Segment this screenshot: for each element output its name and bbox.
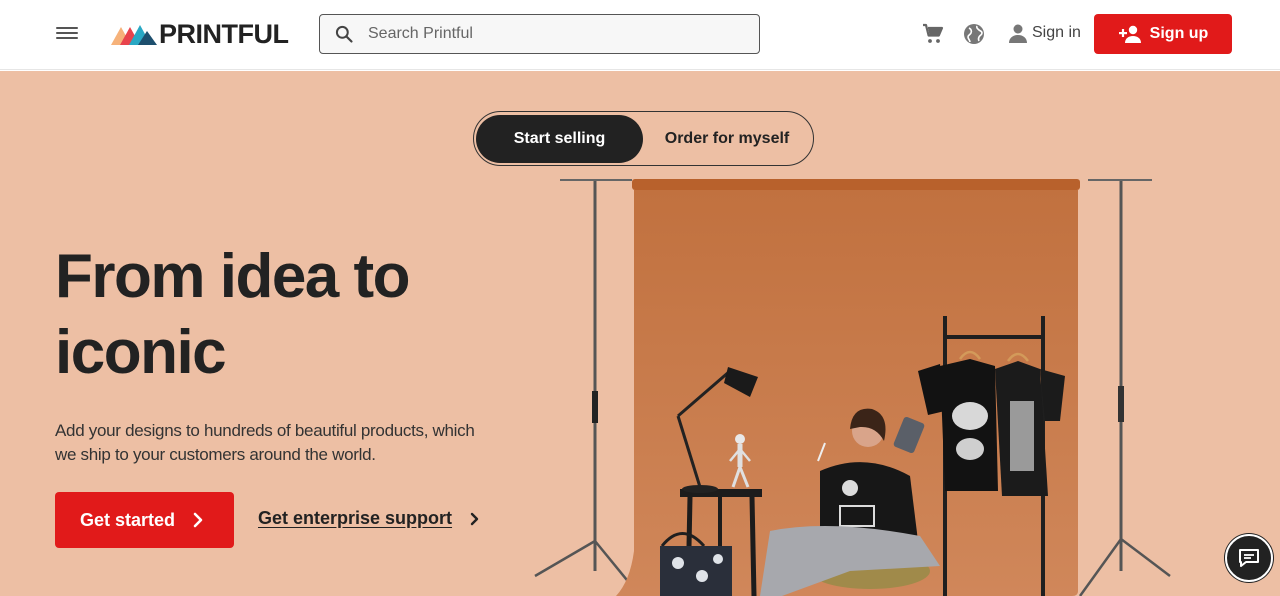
printful-logo[interactable]: PRINTFUL — [111, 18, 289, 49]
chat-icon — [1239, 549, 1259, 567]
audience-toggle: Start selling Order for myself — [473, 111, 814, 166]
hero-subtext: Add your designs to hundreds of beautifu… — [55, 421, 475, 464]
get-started-button[interactable]: Get started — [55, 492, 234, 548]
left-light-stand — [534, 179, 641, 596]
enterprise-support-link[interactable]: Get enterprise support — [258, 508, 479, 529]
hero-section: Start selling Order for myself From idea… — [0, 71, 1280, 596]
person-icon — [1009, 24, 1027, 43]
hero-headline: From idea to iconic — [55, 239, 525, 391]
logo-text: PRINTFUL — [159, 18, 289, 49]
cart-icon[interactable] — [921, 22, 945, 46]
headline-line-2: iconic — [55, 318, 227, 387]
enterprise-support-label: Get enterprise support — [258, 508, 453, 528]
chevron-right-icon — [470, 512, 479, 525]
right-light-stand — [1078, 179, 1171, 596]
chevron-right-icon — [193, 512, 203, 528]
search-icon — [335, 25, 353, 43]
globe-icon[interactable] — [962, 22, 986, 46]
sign-in-label: Sign in — [1032, 24, 1081, 41]
add-person-icon — [1118, 25, 1141, 43]
sign-up-button[interactable]: Sign up — [1094, 14, 1232, 54]
search-bar[interactable] — [319, 14, 760, 54]
toggle-order-for-myself[interactable]: Order for myself — [643, 115, 811, 163]
hero-photo — [534, 179, 1171, 596]
get-started-label: Get started — [80, 509, 176, 530]
sign-in-link[interactable]: Sign in — [1008, 22, 1081, 44]
headline-line-1: From idea to — [55, 242, 411, 311]
chat-button[interactable] — [1225, 534, 1273, 582]
sign-up-label: Sign up — [1149, 25, 1209, 42]
toggle-start-selling[interactable]: Start selling — [476, 114, 643, 163]
printful-logo-icon — [111, 25, 157, 45]
backdrop-roll — [632, 179, 1080, 190]
menu-icon[interactable] — [56, 24, 78, 44]
top-header: PRINTFUL Sign in — [0, 0, 1280, 70]
search-input[interactable] — [368, 25, 728, 43]
